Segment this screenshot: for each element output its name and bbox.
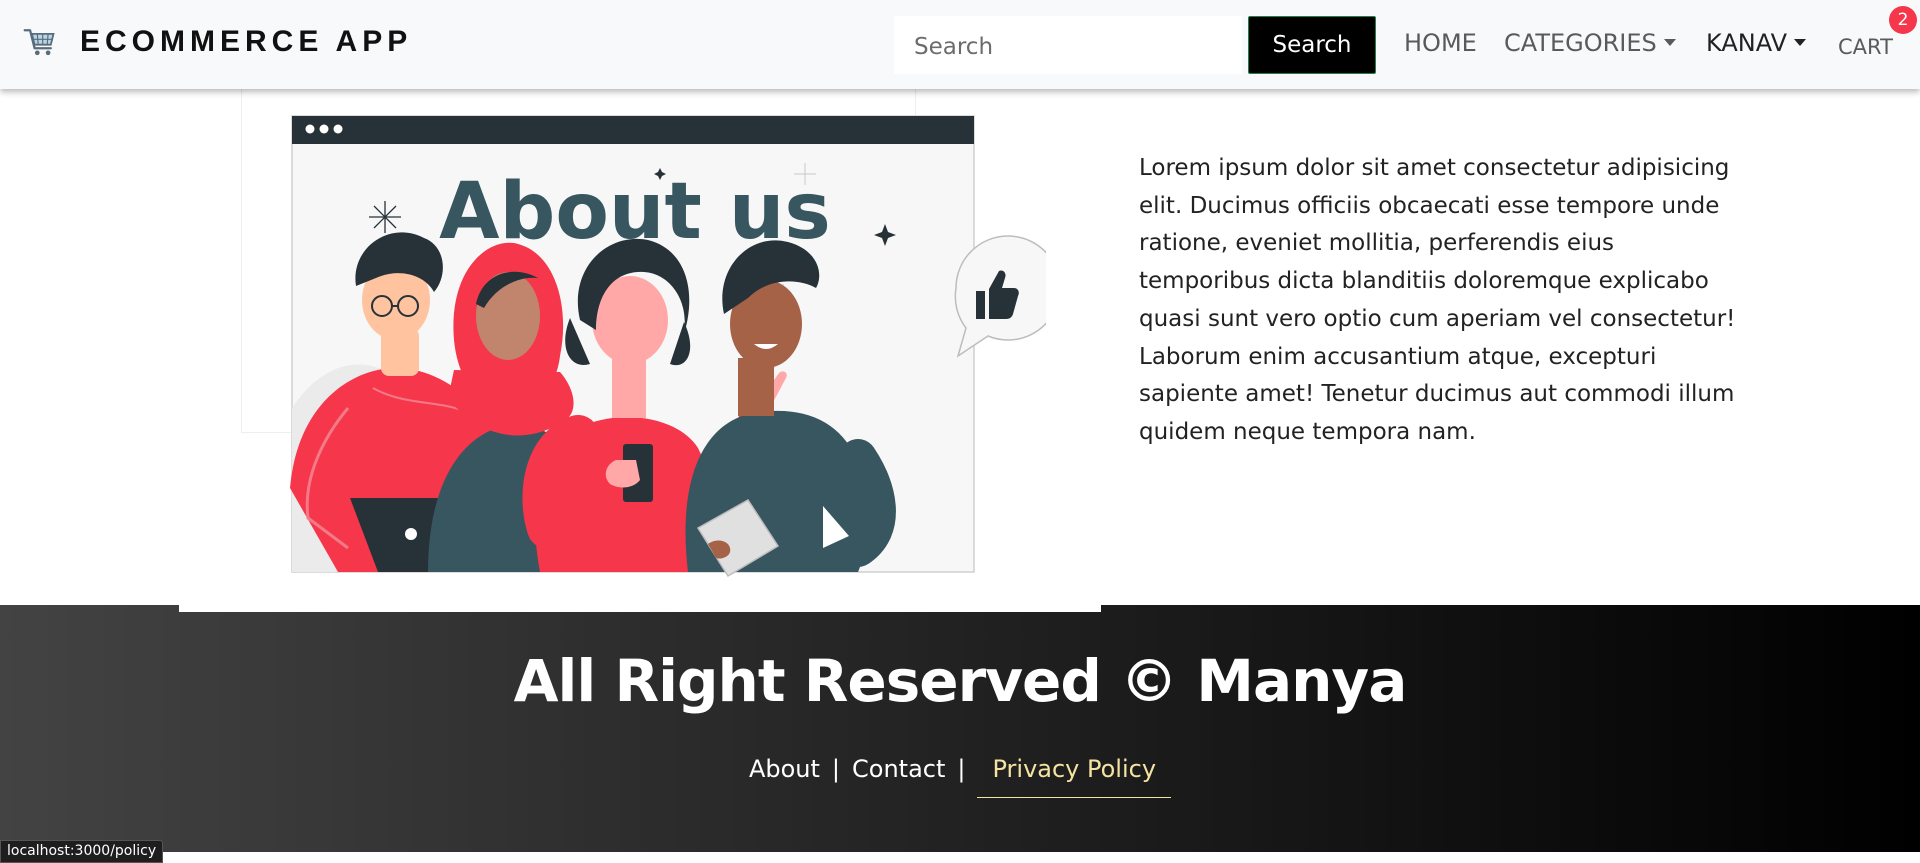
chevron-down-icon: [1794, 38, 1806, 46]
about-us-illustration: About us: [290, 115, 1046, 578]
link-preview-status: localhost:3000/policy: [0, 840, 164, 863]
page-bottom-strip: [0, 852, 1920, 863]
brand-name: ECOMMERCE APP: [80, 25, 413, 58]
footer-separator: |: [831, 755, 841, 783]
nav-cart-label: CART: [1838, 35, 1893, 59]
nav-categories-label: CATEGORIES: [1504, 29, 1657, 57]
about-paragraph: Lorem ipsum dolor sit amet consectetur a…: [1139, 155, 1736, 445]
nav-categories-dropdown[interactable]: CATEGORIES: [1504, 26, 1676, 60]
illustration-card-bottom: [179, 596, 1101, 612]
footer-copyright: All Right Reserved © Manya: [513, 647, 1408, 715]
navbar: ECOMMERCE APP Search HOME CATEGORIES KAN…: [0, 0, 1920, 89]
footer-link-contact[interactable]: Contact: [852, 755, 945, 783]
search-button[interactable]: Search: [1248, 16, 1376, 74]
nav-user-dropdown[interactable]: KANAV: [1706, 26, 1806, 60]
search-input[interactable]: [894, 16, 1242, 74]
footer-links: About | Contact | Privacy Policy: [0, 755, 1920, 798]
nav-cart-link[interactable]: CART: [1838, 30, 1893, 64]
footer-link-privacy-policy[interactable]: Privacy Policy: [977, 755, 1172, 798]
brand-link[interactable]: ECOMMERCE APP: [22, 22, 412, 62]
shopping-cart-icon: [23, 29, 55, 56]
nav-home-label: HOME: [1404, 29, 1477, 57]
nav-user-label: KANAV: [1706, 29, 1787, 57]
footer: All Right Reserved © Manya About | Contact…: [0, 605, 1920, 852]
cart-count-badge: 2: [1889, 6, 1917, 34]
footer-separator: |: [957, 755, 966, 783]
chevron-down-icon: [1663, 38, 1676, 46]
footer-link-about[interactable]: About: [749, 755, 820, 783]
search-form: Search: [894, 16, 1376, 74]
nav-home-link[interactable]: HOME: [1404, 26, 1477, 60]
